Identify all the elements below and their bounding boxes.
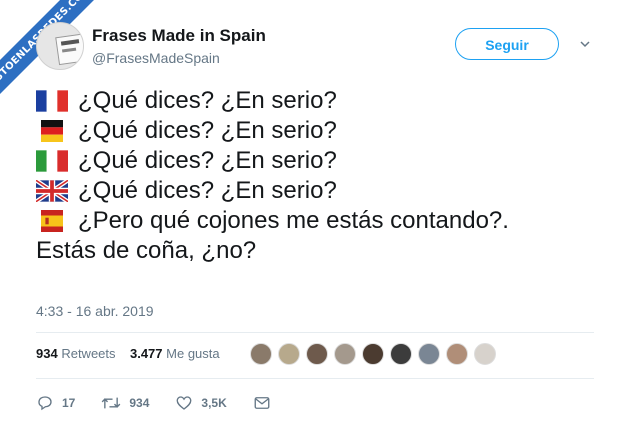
tweet-line-text: ¿Qué dices? ¿En serio? (78, 177, 337, 204)
tweet-line: ¿Qué dices? ¿En serio? (36, 146, 509, 176)
tweet-text: ¿Qué dices? ¿En serio? ¿Qué dices? ¿En s… (36, 86, 509, 266)
germany-flag-icon (36, 120, 68, 142)
like-count: 3,5K (201, 396, 227, 410)
tweet-line-text: ¿Pero qué cojones me estás contando?. (78, 207, 509, 234)
liker-avatar[interactable] (278, 343, 300, 365)
direct-message-button[interactable] (253, 395, 271, 411)
france-flag-icon (36, 90, 68, 112)
tweet-line: ¿Qué dices? ¿En serio? (36, 86, 509, 116)
tweet-line-text: ¿Qué dices? ¿En serio? (78, 117, 337, 144)
liker-avatar[interactable] (250, 343, 272, 365)
divider (36, 378, 594, 379)
tweet-line-text: ¿Qué dices? ¿En serio? (78, 147, 337, 174)
tweet-line: Estás de coña, ¿no? (36, 236, 509, 266)
likes-label[interactable]: Me gusta (166, 346, 219, 361)
follow-button[interactable]: Seguir (455, 28, 559, 60)
tweet-actions: 17 934 3,5K (36, 394, 297, 412)
liker-avatar[interactable] (474, 343, 496, 365)
tweet-card: VISTOENLASREDES.COM Frases Made in Spain… (0, 0, 642, 438)
heart-icon (176, 396, 192, 410)
likes-count[interactable]: 3.477 (130, 346, 163, 361)
spain-flag-icon (36, 210, 68, 232)
chevron-down-icon[interactable] (579, 38, 591, 50)
avatar[interactable] (36, 22, 84, 70)
liker-avatar[interactable] (334, 343, 356, 365)
retweet-icon (102, 397, 121, 409)
liker-avatar[interactable] (446, 343, 468, 365)
liker-avatar[interactable] (362, 343, 384, 365)
tweet-line-text: ¿Qué dices? ¿En serio? (78, 87, 337, 114)
retweets-count[interactable]: 934 (36, 346, 58, 361)
tweet-timestamp[interactable]: 4:33 - 16 abr. 2019 (36, 303, 154, 319)
profile-name[interactable]: Frases Made in Spain (92, 26, 266, 46)
likers-avatars (250, 343, 502, 365)
engagement-stats: 934 Retweets 3.477 Me gusta (36, 346, 220, 361)
reply-icon (38, 396, 52, 411)
uk-flag-icon (36, 180, 68, 202)
italy-flag-icon (36, 150, 68, 172)
retweets-label[interactable]: Retweets (61, 346, 115, 361)
like-button[interactable]: 3,5K (175, 394, 227, 412)
divider (36, 332, 594, 333)
liker-avatar[interactable] (306, 343, 328, 365)
reply-button[interactable]: 17 (36, 394, 75, 412)
retweet-button[interactable]: 934 (101, 394, 149, 412)
tweet-line-text: Estás de coña, ¿no? (36, 237, 257, 264)
profile-handle[interactable]: @FrasesMadeSpain (92, 50, 220, 66)
envelope-icon (254, 397, 270, 409)
tweet-line: ¿Qué dices? ¿En serio? (36, 176, 509, 206)
retweet-count: 934 (129, 396, 150, 410)
liker-avatar[interactable] (418, 343, 440, 365)
tweet-line: ¿Pero qué cojones me estás contando?. (36, 206, 509, 236)
avatar-image (55, 32, 83, 66)
liker-avatar[interactable] (390, 343, 412, 365)
tweet-line: ¿Qué dices? ¿En serio? (36, 116, 509, 146)
reply-count: 17 (62, 396, 76, 410)
